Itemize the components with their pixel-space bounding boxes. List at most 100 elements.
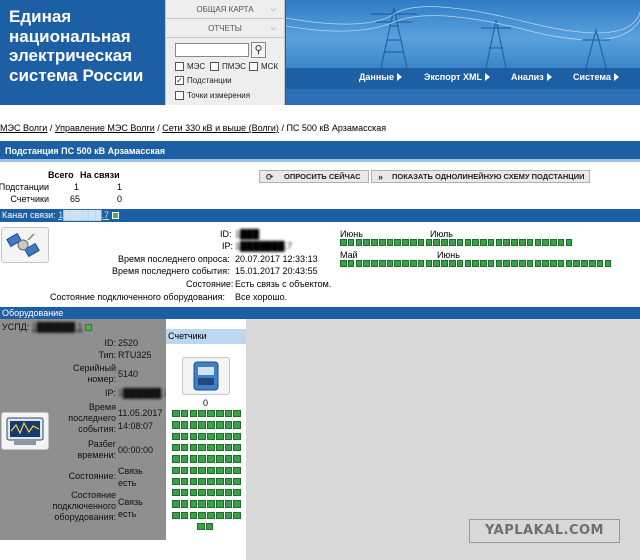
status-cell[interactable] (448, 260, 456, 267)
status-cell[interactable] (363, 239, 370, 246)
status-cell[interactable] (207, 432, 215, 440)
status-cell[interactable] (207, 466, 215, 474)
nav-export-xml[interactable]: Экспорт XML (424, 72, 491, 82)
status-cell[interactable] (456, 260, 464, 267)
status-cell[interactable] (371, 260, 378, 267)
nav-analysis[interactable]: Анализ (511, 72, 552, 82)
status-cell[interactable] (550, 260, 557, 267)
filter-mes-checkbox[interactable]: МЭС (175, 62, 205, 71)
status-cell[interactable] (233, 511, 242, 520)
status-cell[interactable] (340, 239, 347, 246)
status-cell[interactable] (410, 239, 417, 246)
status-cell[interactable] (425, 239, 433, 246)
status-cell[interactable] (198, 455, 206, 463)
status-cell[interactable] (233, 443, 242, 452)
status-cell[interactable] (224, 477, 233, 486)
status-cell[interactable] (233, 466, 242, 474)
status-cell[interactable] (394, 239, 402, 246)
status-cell[interactable] (480, 260, 487, 267)
breadcrumb-link[interactable]: МЭС Волги (0, 123, 47, 133)
status-cell[interactable] (472, 239, 479, 246)
status-cell[interactable] (207, 489, 215, 497)
status-cell[interactable] (371, 239, 378, 246)
status-cell[interactable] (526, 239, 534, 246)
status-cell[interactable] (355, 260, 363, 267)
status-cell[interactable] (417, 239, 425, 246)
status-cell[interactable] (224, 455, 233, 463)
status-cell[interactable] (363, 260, 370, 267)
status-cell[interactable] (180, 443, 189, 452)
status-cell[interactable] (433, 239, 440, 246)
status-cell[interactable] (180, 410, 189, 418)
status-cell[interactable] (198, 466, 206, 474)
status-cell[interactable] (386, 260, 394, 267)
status-cell[interactable] (172, 410, 180, 418)
status-cell[interactable] (189, 477, 198, 486)
status-cell[interactable] (207, 443, 215, 452)
status-cell[interactable] (215, 511, 224, 520)
status-cell[interactable] (215, 443, 224, 452)
status-cell[interactable] (347, 239, 355, 246)
status-cell[interactable] (557, 260, 565, 267)
status-cell[interactable] (441, 239, 448, 246)
status-cell[interactable] (198, 410, 206, 418)
status-cell[interactable] (172, 489, 180, 497)
status-cell[interactable] (207, 455, 215, 463)
status-cell[interactable] (172, 432, 180, 440)
status-cell[interactable] (233, 432, 242, 440)
status-cell[interactable] (233, 500, 242, 508)
status-cell[interactable] (172, 466, 180, 474)
status-cell[interactable] (172, 477, 180, 486)
status-cell[interactable] (518, 239, 526, 246)
status-cell[interactable] (565, 239, 573, 246)
menu-reports[interactable]: ОТЧЕТЫ ⌵ (166, 19, 284, 38)
status-cell[interactable] (347, 260, 355, 267)
status-cell[interactable] (172, 500, 180, 508)
status-cell[interactable] (198, 500, 206, 508)
status-cell[interactable] (198, 432, 206, 440)
status-cell[interactable] (378, 260, 386, 267)
status-cell[interactable] (425, 260, 433, 267)
show-scheme-button[interactable]: » ПОКАЗАТЬ ОДНОЛИНЕЙНУЮ СХЕМУ ПОДСТАНЦИИ (371, 170, 590, 183)
status-cell[interactable] (233, 455, 242, 463)
status-cell[interactable] (189, 443, 198, 452)
status-cell[interactable] (495, 260, 503, 267)
status-cell[interactable] (565, 260, 573, 267)
nav-data[interactable]: Данные (359, 72, 402, 82)
status-cell[interactable] (215, 466, 224, 474)
status-cell[interactable] (495, 239, 503, 246)
status-cell[interactable] (207, 511, 215, 520)
status-cell[interactable] (198, 421, 206, 429)
status-cell[interactable] (180, 432, 189, 440)
status-cell[interactable] (518, 260, 526, 267)
status-cell[interactable] (534, 260, 542, 267)
status-cell[interactable] (189, 500, 198, 508)
filter-pmes-checkbox[interactable]: ПМЭС (210, 62, 246, 71)
status-cell[interactable] (441, 260, 448, 267)
status-cell[interactable] (402, 260, 409, 267)
status-cell[interactable] (224, 500, 233, 508)
status-cell[interactable] (180, 511, 189, 520)
status-cell[interactable] (224, 432, 233, 440)
status-cell[interactable] (464, 260, 472, 267)
status-cell[interactable] (233, 489, 242, 497)
status-cell[interactable] (207, 410, 215, 418)
status-cell[interactable] (378, 239, 386, 246)
channel-link[interactable]: 1██████.7 (58, 210, 109, 220)
logo[interactable]: Единая национальная электрическая систем… (9, 7, 159, 85)
status-cell[interactable] (581, 260, 588, 267)
status-cell[interactable] (215, 477, 224, 486)
status-cell[interactable] (340, 260, 347, 267)
status-cell[interactable] (402, 239, 409, 246)
status-cell[interactable] (417, 260, 425, 267)
poll-now-button[interactable]: ⟳ ОПРОСИТЬ СЕЙЧАС (259, 170, 369, 183)
status-cell[interactable] (215, 489, 224, 497)
status-cell[interactable] (233, 421, 242, 429)
status-cell[interactable] (189, 466, 198, 474)
status-cell[interactable] (207, 421, 215, 429)
status-cell[interactable] (557, 239, 565, 246)
status-cell[interactable] (172, 511, 180, 520)
status-cell[interactable] (410, 260, 417, 267)
status-cell[interactable] (224, 410, 233, 418)
status-cell[interactable] (198, 477, 206, 486)
